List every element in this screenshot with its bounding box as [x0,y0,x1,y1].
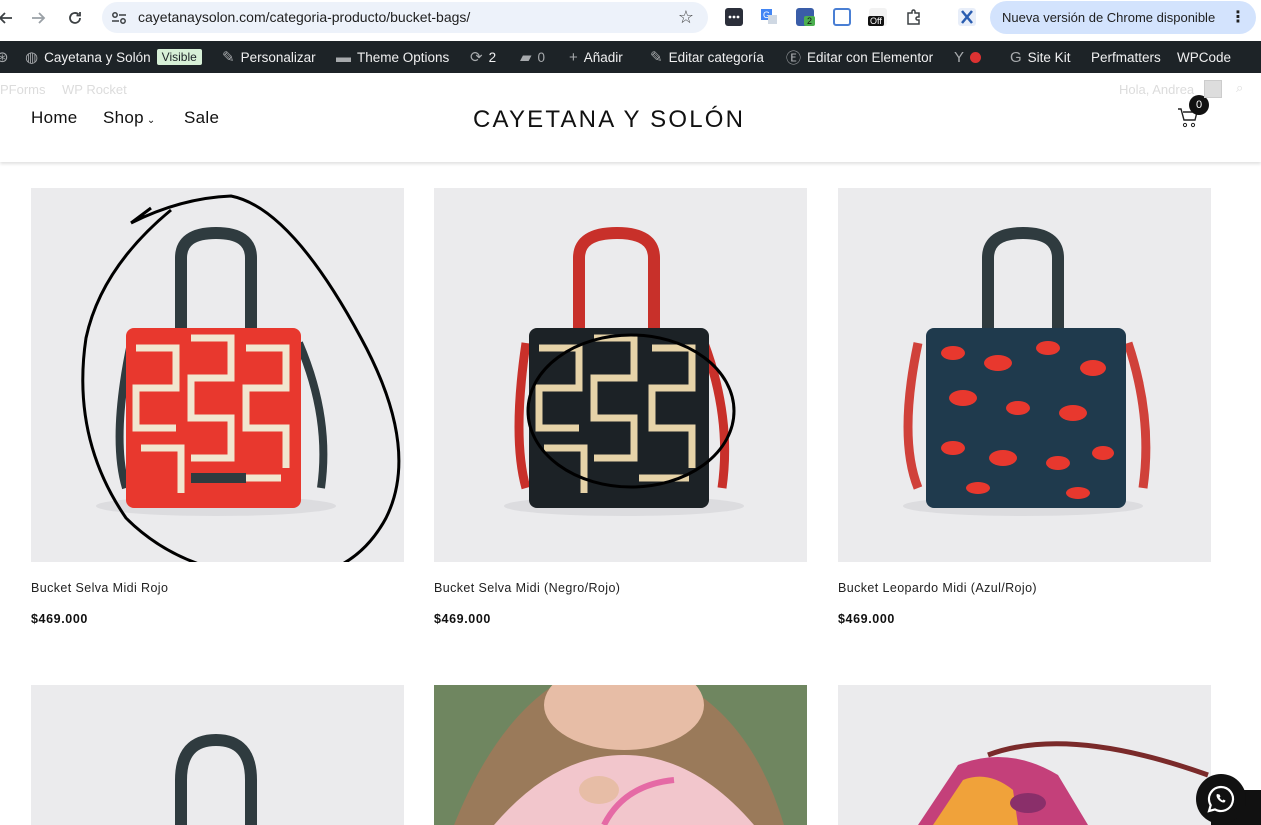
cart-count-badge: 0 [1189,95,1209,115]
extension-off-icon[interactable]: Off [868,8,887,26]
admin-perfmatters-label: Perfmatters [1091,49,1161,65]
admin-add-new-label: Añadir [583,49,623,65]
admin-site-name[interactable]: ◍ Cayetana y Solón Visible [25,41,202,73]
admin-edit-elementor[interactable]: Ⓔ Editar con Elementor [786,41,933,73]
dashboard-icon: ◍ [25,49,39,66]
chevron-down-icon: ⌄ [146,115,156,126]
ghost-wp-rocket: WP Rocket [62,82,127,97]
admin-site-kit-label: Site Kit [1027,49,1071,65]
product-card[interactable]: Bucket Leopardo Midi (Azul/Rojo) $469.00… [838,188,1211,628]
product-image[interactable] [838,188,1211,562]
site-settings-icon[interactable] [110,9,128,27]
product-image[interactable] [434,685,807,825]
product-card[interactable]: Bucket Selva Midi (Negro/Rojo) $469.000 [434,188,807,628]
browser-toolbar: cayetanaysolon.com/categoria-producto/bu… [0,0,1261,36]
admin-site-kit[interactable]: G Site Kit [1010,41,1070,73]
puzzle-icon[interactable] [905,8,923,26]
bookmark-star-icon[interactable]: ☆ [678,7,694,28]
site-logo[interactable]: CAYETANA Y SOLÓN [473,106,745,134]
reload-icon[interactable] [63,6,87,30]
ghost-wpforms: PForms [0,82,46,97]
nav-sale[interactable]: Sale [184,108,219,128]
product-price: $469.000 [434,612,491,626]
admin-theme-options-label: Theme Options [357,49,450,65]
back-icon[interactable] [0,6,18,30]
product-image[interactable] [31,188,404,562]
admin-theme-options[interactable]: ▬ Theme Options [336,41,449,73]
pencil-icon: ✎ [650,49,663,66]
update-label: Nueva versión de Chrome disponible [1002,10,1216,25]
product-name[interactable]: Bucket Selva Midi (Negro/Rojo) [434,581,620,595]
nav-home[interactable]: Home [31,108,78,128]
search-icon[interactable]: ⌕ [1236,80,1243,96]
admin-updates-count: 2 [488,49,497,65]
google-g-icon: G [1010,48,1022,66]
hand-drawn-ellipse-annotation [526,333,736,489]
admin-wpcode[interactable]: WPCode [1177,41,1231,73]
forward-icon[interactable] [26,6,50,30]
whatsapp-icon [1207,785,1235,813]
product-name[interactable]: Bucket Selva Midi Rojo [31,581,168,595]
product-price: $469.000 [31,612,88,626]
admin-edit-elementor-label: Editar con Elementor [807,49,934,65]
admin-edit-category[interactable]: ✎ Editar categoría [650,41,764,73]
chrome-update-button[interactable]: Nueva versión de Chrome disponible ⋮ [990,1,1256,34]
site-header: Home Shop ⌄ Sale CAYETANA Y SOLÓN 0 [0,73,1261,162]
product-card[interactable]: Bucket Selva Midi Rojo $469.000 [31,188,404,628]
admin-wpcode-label: WPCode [1177,49,1232,65]
extension-dots-icon[interactable] [725,8,743,26]
seo-status-dot [970,51,982,63]
admin-customize[interactable]: ✎ Personalizar [222,41,316,73]
wp-admin-bar: ⊛ ◍ Cayetana y Solón Visible ✎ Personali… [0,41,1261,73]
admin-comments-count: 0 [537,49,546,65]
extension-badge-count: 2 [804,16,816,26]
admin-site-name-label: Cayetana y Solón [44,49,151,65]
avatar[interactable] [1204,80,1222,98]
product-image[interactable] [31,685,404,825]
elementor-icon: Ⓔ [786,49,802,67]
ghost-greeting: Hola, Andrea [1119,82,1195,97]
hand-drawn-circle-annotation [81,194,401,562]
admin-edit-category-label: Editar categoría [668,49,764,65]
admin-customize-label: Personalizar [240,49,316,65]
comment-icon: ▰ [520,49,532,66]
admin-add-new[interactable]: + Añadir [569,41,623,73]
brush-icon: ✎ [222,49,235,66]
wp-logo-icon[interactable]: ⊛ [0,41,9,73]
yoast-icon: Y [954,48,965,66]
extension-off-label: Off [868,16,884,26]
product-image[interactable] [838,685,1211,825]
address-bar[interactable]: cayetanaysolon.com/categoria-producto/bu… [102,2,708,33]
admin-comments[interactable]: ▰ 0 [520,41,545,73]
plus-icon: + [569,48,578,66]
product-image[interactable] [434,188,807,562]
product-price: $469.000 [838,612,895,626]
extension-frame-icon[interactable] [833,8,851,26]
translate-extension-icon[interactable]: G [760,8,778,26]
nav-shop-label: Shop [103,108,144,127]
folder-icon: ▬ [336,48,351,66]
profile-extension-icon[interactable] [958,8,976,26]
updates-icon: ⟳ [470,49,483,66]
nav-shop[interactable]: Shop ⌄ [103,108,156,128]
product-name[interactable]: Bucket Leopardo Midi (Azul/Rojo) [838,581,1037,595]
admin-perfmatters[interactable]: Perfmatters [1091,41,1161,73]
whatsapp-button[interactable] [1196,774,1246,824]
admin-yoast[interactable]: Y [954,41,982,73]
url-text[interactable]: cayetanaysolon.com/categoria-producto/bu… [138,9,470,25]
admin-updates[interactable]: ⟳ 2 [470,41,496,73]
kebab-menu-icon[interactable]: ⋮ [1230,7,1246,27]
visible-badge: Visible [156,49,202,65]
extension-badge-icon[interactable]: 2 [796,8,816,26]
